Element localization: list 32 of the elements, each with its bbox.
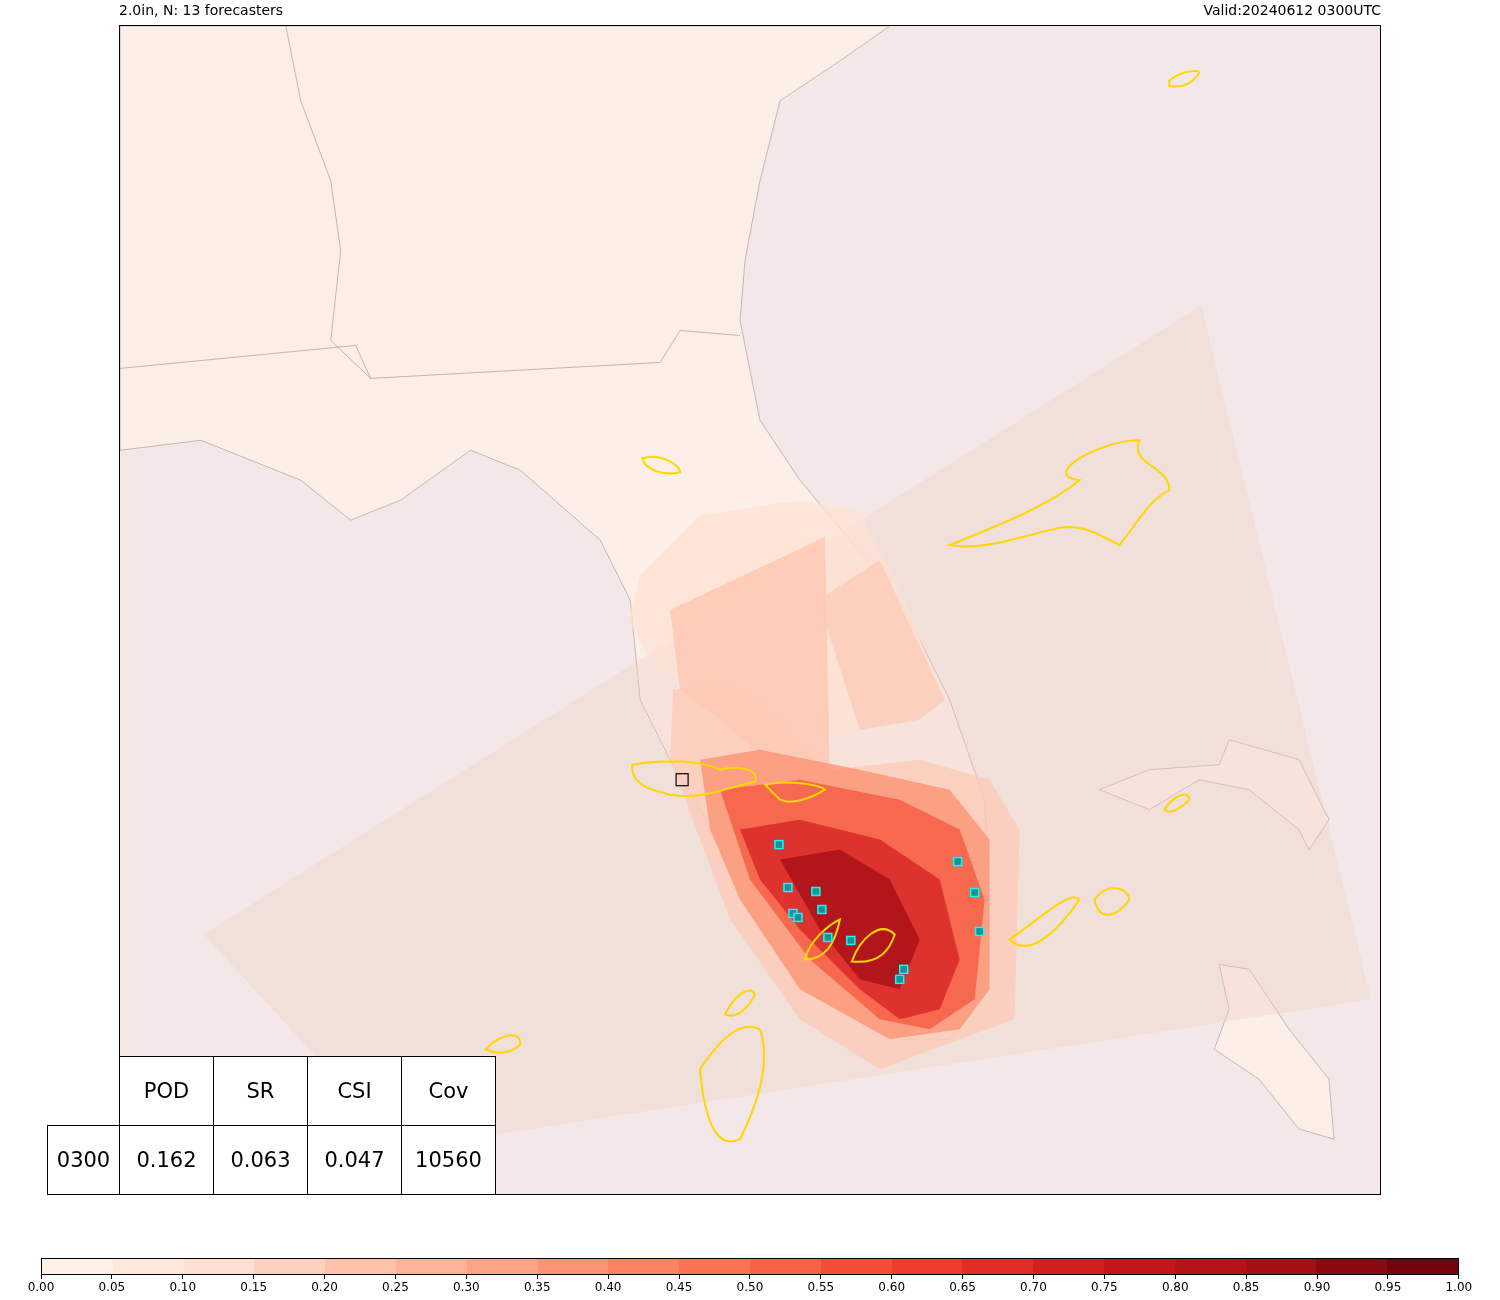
colorbar-tick-label: 0.90 <box>1303 1280 1331 1294</box>
colorbar-tick-label: 0.80 <box>1161 1280 1189 1294</box>
colorbar-tick-label: 0.50 <box>736 1280 764 1294</box>
column-header: POD <box>119 1056 214 1126</box>
colorbar-tick-label: 0.05 <box>98 1280 126 1294</box>
colorbar-tick-label: 0.70 <box>1020 1280 1047 1294</box>
colorbar-tick-label: 0.75 <box>1091 1280 1118 1294</box>
colorbar-tick-label: 0.45 <box>665 1280 693 1294</box>
table-cell: 0.162 <box>119 1125 214 1195</box>
colorbar-tick-label: 1.00 <box>1445 1280 1473 1294</box>
colorbar-tick-label: 0.30 <box>453 1280 480 1294</box>
valid-time-label: Valid:20240612 0300UTC <box>1203 2 1381 18</box>
colorbar-tick-label: 0.10 <box>169 1280 197 1294</box>
colorbar-tick-label: 0.40 <box>594 1280 622 1294</box>
row-label: 0300 <box>47 1125 120 1195</box>
colorbar-tick-label: 0.85 <box>1232 1280 1260 1294</box>
colorbar-tick-label: 0.55 <box>807 1280 835 1294</box>
column-header: SR <box>213 1056 308 1126</box>
colorbar-tick-label: 0.25 <box>382 1280 409 1294</box>
column-header: Cov <box>401 1056 496 1126</box>
table-cell: 0.063 <box>213 1125 308 1195</box>
colorbar-tick-label: 0.60 <box>878 1280 906 1294</box>
table-cell: 10560 <box>401 1125 496 1195</box>
colorbar-tick-label: 0.00 <box>27 1280 55 1294</box>
colorbar-tick-label: 0.65 <box>949 1280 976 1294</box>
colorbar-tick-label: 0.35 <box>523 1280 551 1294</box>
plot-title: 2.0in, N: 13 forecasters <box>119 2 284 18</box>
colorbar-tick-label: 0.20 <box>311 1280 338 1294</box>
table-cell: 0.047 <box>307 1125 402 1195</box>
column-header: CSI <box>307 1056 402 1126</box>
colorbar-tick-label: 0.15 <box>240 1280 268 1294</box>
colorbar-tick-label: 0.95 <box>1374 1280 1402 1294</box>
